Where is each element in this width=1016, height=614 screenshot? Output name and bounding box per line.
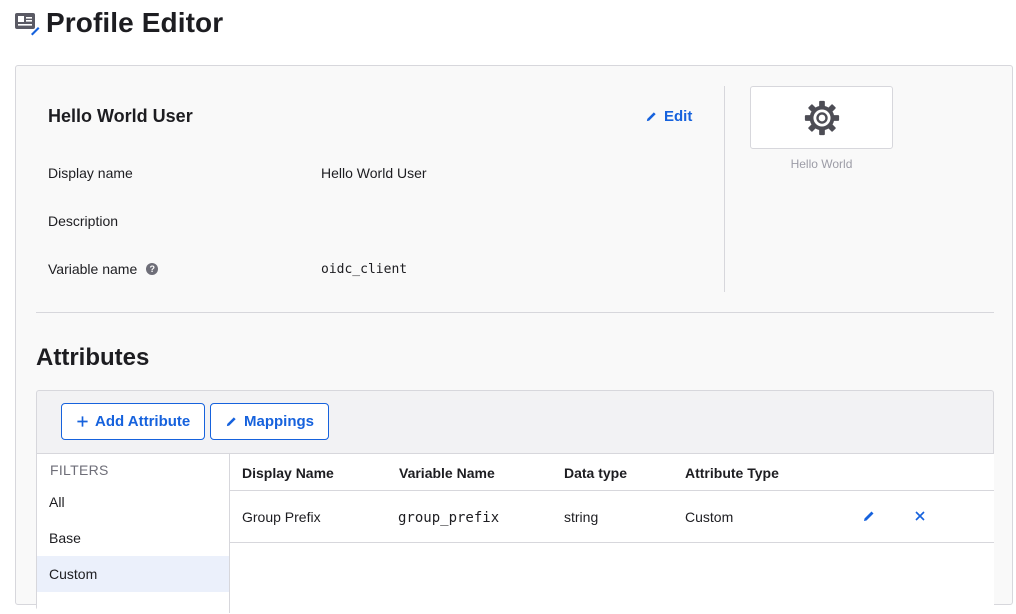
pencil-icon	[226, 417, 236, 427]
attributes-panel: Add Attribute Mappings FILTERS All Base …	[36, 390, 994, 614]
mappings-label: Mappings	[244, 413, 314, 430]
edit-button[interactable]: Edit	[645, 108, 692, 125]
page-header: Profile Editor	[14, 6, 223, 40]
filters-title: FILTERS	[50, 462, 109, 478]
column-header-display-name: Display Name	[242, 465, 334, 481]
filters-sidebar: FILTERS All Base Custom	[37, 453, 229, 614]
display-name-value: Hello World User	[321, 165, 427, 181]
app-name: Hello World User	[48, 106, 193, 126]
cell-attribute-type: Custom	[685, 509, 734, 525]
mappings-button[interactable]: Mappings	[210, 403, 329, 440]
logo-caption: Hello World	[790, 157, 853, 171]
app-logo	[750, 86, 893, 149]
filter-base[interactable]: Base	[37, 520, 229, 556]
column-header-data-type: Data type	[564, 465, 628, 481]
add-attribute-button[interactable]: Add Attribute	[61, 403, 206, 440]
gear-icon	[804, 100, 839, 135]
help-icon[interactable]: ?	[146, 263, 159, 275]
pencil-icon	[646, 112, 656, 122]
add-attribute-label: Add Attribute	[95, 413, 191, 430]
cell-data-type: string	[564, 509, 599, 525]
profile-card: Hello World User Edit Display name Hello…	[15, 65, 1013, 614]
display-name-label: Display name	[48, 165, 133, 181]
variable-name-value: oidc_client	[321, 262, 408, 277]
variable-name-label: Variable name ?	[48, 261, 159, 277]
filter-custom[interactable]: Custom	[37, 556, 229, 592]
section-divider	[36, 312, 994, 313]
cell-variable-name: group_prefix	[398, 510, 500, 526]
cell-display-name: Group Prefix	[242, 509, 321, 525]
column-header-attribute-type: Attribute Type	[685, 465, 779, 481]
table-row: Group Prefix group_prefix string Custom	[230, 491, 994, 543]
variable-name-label-text: Variable name	[48, 261, 138, 277]
attributes-table: Display Name Variable Name Data type Att…	[229, 453, 994, 613]
profile-card-icon	[15, 13, 40, 36]
description-label: Description	[48, 213, 119, 229]
vertical-divider	[724, 86, 725, 292]
column-header-variable-name: Variable Name	[399, 465, 495, 481]
delete-row-icon[interactable]	[913, 509, 927, 523]
table-header: Display Name Variable Name Data type Att…	[230, 454, 994, 491]
edit-row-icon[interactable]	[862, 509, 876, 523]
attributes-title: Attributes	[36, 344, 150, 371]
plus-icon	[77, 416, 88, 427]
edit-label: Edit	[664, 108, 693, 125]
filter-all[interactable]: All	[37, 484, 229, 520]
page-title: Profile Editor	[46, 7, 224, 38]
